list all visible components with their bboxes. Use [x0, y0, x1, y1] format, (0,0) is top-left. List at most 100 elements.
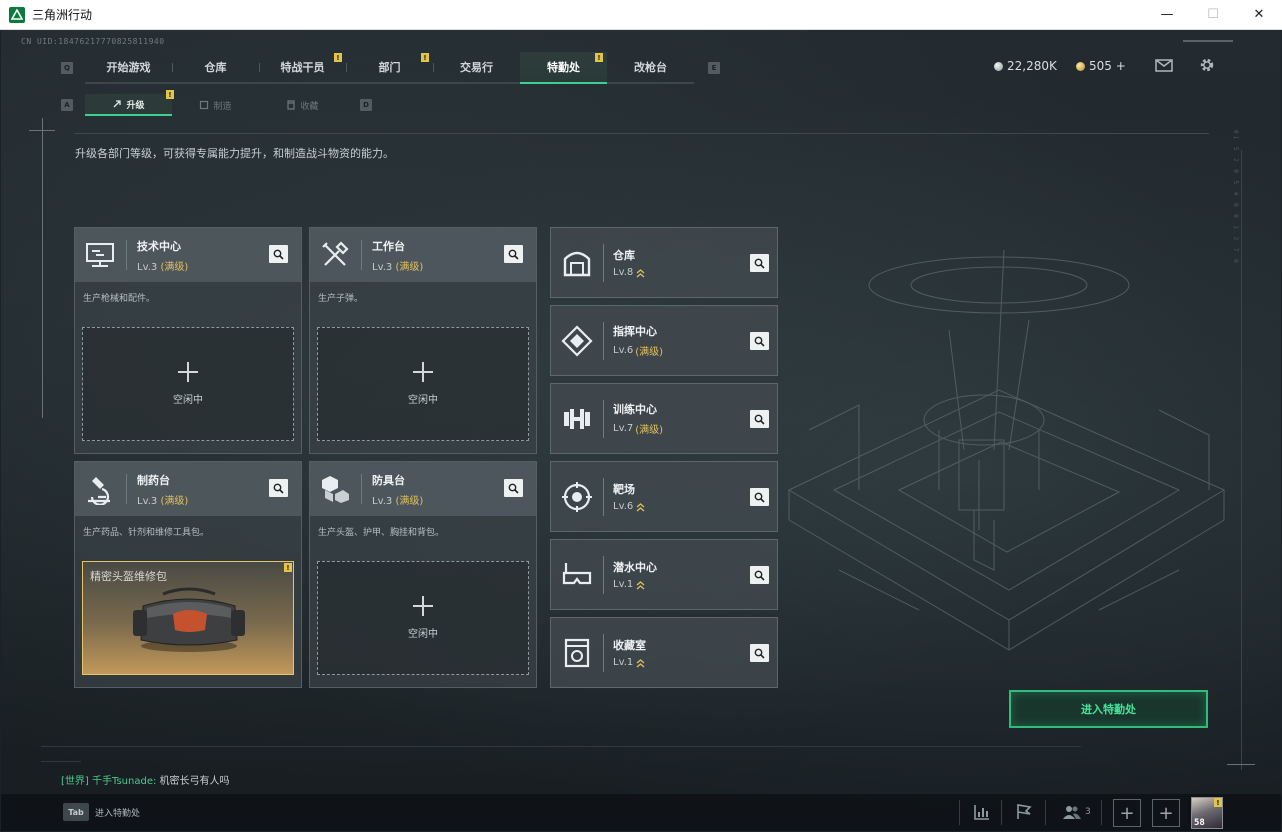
app-logo-icon — [9, 6, 25, 23]
player-level: 58 — [1194, 818, 1205, 828]
tab-operators[interactable]: 特战干员! — [259, 52, 346, 82]
dumbbell-icon — [564, 408, 590, 429]
facility-dive-center[interactable]: 潜水中心 Lv.1 — [550, 539, 778, 610]
edge-line — [1241, 150, 1242, 770]
level-value: Lv.3 — [137, 261, 158, 273]
gold-currency[interactable]: 505 + — [1076, 59, 1126, 73]
search-icon — [273, 249, 284, 260]
station-workbench[interactable]: 工作台 Lv.3 (满级) 生产子弹。 空闲中 — [309, 227, 537, 454]
friends-button[interactable]: 3 — [1063, 805, 1091, 819]
maximize-button[interactable]: ☐ — [1190, 0, 1236, 30]
search-button[interactable] — [750, 488, 769, 506]
facility-level: Lv.7 (满级) — [613, 421, 663, 436]
production-slot[interactable]: 空闲中 — [82, 327, 294, 441]
facility-warehouse[interactable]: 仓库 Lv.8 — [550, 227, 778, 298]
facility-level: Lv.6 — [613, 501, 645, 512]
search-icon — [754, 648, 765, 659]
separator — [1001, 800, 1002, 825]
tab-special-ops[interactable]: 特勤处! — [520, 52, 607, 84]
tab-key: Tab — [63, 803, 89, 821]
silver-currency[interactable]: 22,280K — [994, 59, 1057, 73]
command-icon — [561, 324, 593, 357]
subtab-craft[interactable]: 制造 — [172, 94, 259, 116]
production-item-slot[interactable]: 精密头盔维修包 ! — [82, 561, 294, 675]
station-tech-center[interactable]: 技术中心 Lv.3 (满级) 生产枪械和配件。 空闲中 — [74, 227, 302, 454]
tab-gunsmith[interactable]: 改枪台 — [607, 52, 694, 82]
game-viewport: CN UID:1847621777082581194​0 01 5 2 0 5 … — [1, 30, 1281, 831]
search-button[interactable] — [750, 332, 769, 350]
main-tabs: 开始游戏 仓库 特战干员! 部门! 交易行 特勤处! 改枪台 — [85, 52, 694, 84]
chat-line[interactable]: [世界] 千手Tsunade: 机密长弓有人吗 — [61, 772, 230, 787]
search-button[interactable] — [504, 245, 523, 263]
tab-shortcut[interactable]: Tab 进入特勤处 — [63, 803, 140, 821]
gear-icon[interactable] — [1198, 57, 1216, 73]
tab-shortcut-label: 进入特勤处 — [95, 808, 141, 819]
tab-label: 仓库 — [204, 61, 227, 74]
nav-prev-key[interactable]: Q — [61, 62, 73, 74]
facility-command-center[interactable]: 指挥中心 Lv.6 (满级) — [550, 305, 778, 376]
subtab-label: 收藏 — [300, 101, 319, 112]
enter-special-ops-button[interactable]: 进入特勤处 — [1009, 690, 1208, 728]
tab-department[interactable]: 部门! — [346, 52, 433, 82]
search-icon — [754, 414, 765, 425]
bottom-bar: Tab 进入特勤处 3 + + ! 58 — [1, 794, 1281, 831]
facility-name: 仓库 — [613, 249, 635, 262]
chat-channel: [世界] — [61, 776, 89, 787]
stats-icon[interactable] — [973, 803, 991, 821]
level-value: Lv.6 — [613, 501, 634, 512]
alert-badge: ! — [334, 53, 342, 62]
decor-line — [1183, 40, 1233, 42]
page-divider — [74, 133, 1209, 134]
player-avatar[interactable]: ! 58 — [1191, 797, 1223, 829]
add-slot-button[interactable]: + — [1113, 799, 1141, 827]
facility-name: 收藏室 — [613, 639, 646, 652]
station-header: 技术中心 Lv.3 (满级) — [75, 228, 301, 282]
production-slot[interactable]: 空闲中 — [317, 327, 529, 441]
upgrade-icon — [114, 100, 122, 108]
tab-warehouse[interactable]: 仓库 — [172, 52, 259, 82]
tab-start-game[interactable]: 开始游戏 — [85, 52, 172, 82]
max-level-tag: (满级) — [160, 261, 189, 273]
alert-badge: ! — [284, 563, 292, 572]
search-button[interactable] — [750, 254, 769, 272]
tab-trading[interactable]: 交易行 — [433, 52, 520, 82]
separator — [959, 800, 960, 825]
facility-training-center[interactable]: 训练中心 Lv.7 (满级) — [550, 383, 778, 454]
search-button[interactable] — [750, 566, 769, 584]
close-button[interactable]: ✕ — [1236, 0, 1282, 30]
facility-collection-room[interactable]: 收藏室 Lv.1 — [550, 617, 778, 688]
station-armor-bench[interactable]: 防具台 Lv.3 (满级) 生产头盔、护甲、胸挂和背包。 空闲中 — [309, 461, 537, 688]
level-value: Lv.1 — [613, 579, 634, 590]
subnav-next-key[interactable]: D — [360, 99, 372, 111]
subtab-upgrade[interactable]: 升级 ! — [85, 90, 174, 116]
search-button[interactable] — [504, 479, 523, 497]
collection-icon — [564, 638, 590, 667]
facility-shooting-range[interactable]: 靶场 Lv.6 — [550, 461, 778, 532]
search-button[interactable] — [750, 644, 769, 662]
tab-label: 交易行 — [460, 61, 493, 74]
tab-label: 开始游戏 — [106, 61, 151, 74]
gold-coin-icon — [1076, 61, 1085, 71]
user-uid: CN UID:1847621777082581194​0 — [21, 37, 165, 46]
subnav-prev-key[interactable]: A — [61, 99, 73, 111]
station-header: 工作台 Lv.3 (满级) — [310, 228, 536, 282]
flag-icon[interactable] — [1015, 803, 1033, 821]
separator — [603, 399, 604, 438]
subtab-collect[interactable]: 收藏 — [259, 94, 346, 116]
station-level: Lv.3 (满级) — [372, 258, 423, 273]
level-value: Lv.8 — [613, 267, 634, 278]
search-button[interactable] — [269, 245, 288, 263]
station-level: Lv.3 (满级) — [137, 492, 188, 507]
station-pharmacy[interactable]: 制药台 Lv.3 (满级) 生产药品、针剂和维修工具包。 精密头盔维修包 ! — [74, 461, 302, 688]
mail-icon[interactable] — [1155, 57, 1173, 73]
sub-nav: A 升级 ! 制造 收藏 D — [61, 90, 372, 116]
nav-next-key[interactable]: E — [708, 62, 720, 74]
level-value: Lv.3 — [137, 495, 158, 507]
minimize-button[interactable]: — — [1144, 0, 1190, 30]
search-icon — [273, 483, 284, 494]
search-button[interactable] — [269, 479, 288, 497]
add-slot-button[interactable]: + — [1152, 799, 1180, 827]
search-button[interactable] — [750, 410, 769, 428]
facility-level: Lv.8 — [613, 267, 645, 278]
production-slot[interactable]: 空闲中 — [317, 561, 529, 675]
